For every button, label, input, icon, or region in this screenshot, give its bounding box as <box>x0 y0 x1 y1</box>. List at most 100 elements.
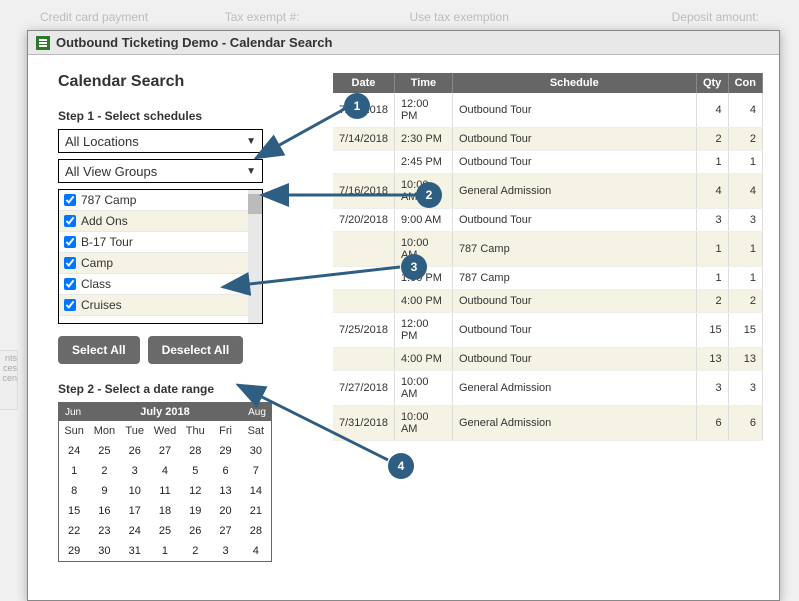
page-heading: Calendar Search <box>58 73 273 91</box>
cal-day[interactable]: 24 <box>59 441 89 461</box>
cal-day[interactable]: 5 <box>180 461 210 481</box>
list-item-checkbox[interactable] <box>64 257 76 269</box>
chevron-down-icon: ▼ <box>246 136 256 147</box>
list-item[interactable]: Class <box>59 274 248 295</box>
list-item[interactable]: Add Ons <box>59 211 248 232</box>
col-schedule: Schedule <box>452 73 696 93</box>
cal-day[interactable]: 17 <box>120 501 150 521</box>
list-item[interactable]: 787 Camp <box>59 190 248 211</box>
cal-day[interactable]: 6 <box>210 461 240 481</box>
bg-tax-exemption: Use tax exemption <box>410 10 575 24</box>
cal-day[interactable]: 1 <box>150 541 180 561</box>
calendar[interactable]: Jun July 2018 Aug SunMonTueWedThuFriSat … <box>58 402 272 562</box>
cal-current-month: July 2018 <box>87 406 243 418</box>
cal-day[interactable]: 2 <box>180 541 210 561</box>
cal-day[interactable]: 26 <box>180 521 210 541</box>
cal-day[interactable]: 7 <box>241 461 271 481</box>
cal-day[interactable]: 30 <box>89 541 119 561</box>
chevron-down-icon: ▼ <box>246 166 256 177</box>
col-date: Date <box>333 73 394 93</box>
cal-day[interactable]: 11 <box>150 481 180 501</box>
table-row[interactable]: 4:00 PMOutbound Tour22 <box>333 290 763 313</box>
window-title: Outbound Ticketing Demo - Calendar Searc… <box>56 35 332 50</box>
cal-day[interactable]: 1 <box>59 461 89 481</box>
cal-day[interactable]: 25 <box>89 441 119 461</box>
cal-day[interactable]: 29 <box>59 541 89 561</box>
cal-day[interactable]: 8 <box>59 481 89 501</box>
cal-prev-month[interactable]: Jun <box>59 407 87 418</box>
cal-day[interactable]: 25 <box>150 521 180 541</box>
list-item[interactable]: Camp <box>59 253 248 274</box>
list-item-label: Add Ons <box>81 214 128 228</box>
scrollbar-thumb[interactable] <box>248 194 262 214</box>
cal-day[interactable]: 19 <box>180 501 210 521</box>
cal-day[interactable]: 28 <box>241 521 271 541</box>
cal-day[interactable]: 4 <box>150 461 180 481</box>
view-groups-dropdown-value: All View Groups <box>65 164 157 179</box>
list-item-checkbox[interactable] <box>64 278 76 290</box>
table-row[interactable]: 7/20/20189:00 AMOutbound Tour33 <box>333 209 763 232</box>
table-row[interactable]: 10:00 AM787 Camp11 <box>333 232 763 267</box>
cal-day[interactable]: 3 <box>210 541 240 561</box>
cal-day[interactable]: 2 <box>89 461 119 481</box>
list-item-label: Camp <box>81 256 113 270</box>
select-all-button[interactable]: Select All <box>58 336 140 364</box>
cal-day[interactable]: 24 <box>120 521 150 541</box>
cal-day[interactable]: 15 <box>59 501 89 521</box>
table-row[interactable]: 7/16/201810:00 AMGeneral Admission44 <box>333 174 763 209</box>
cal-day[interactable]: 20 <box>210 501 240 521</box>
cal-day[interactable]: 10 <box>120 481 150 501</box>
cal-day[interactable]: 27 <box>150 441 180 461</box>
annotation-marker-4: 4 <box>388 453 414 479</box>
cal-day[interactable]: 23 <box>89 521 119 541</box>
cal-day[interactable]: 28 <box>180 441 210 461</box>
cal-day[interactable]: 13 <box>210 481 240 501</box>
cal-day[interactable]: 29 <box>210 441 240 461</box>
list-item-label: Cruises <box>81 298 122 312</box>
table-row[interactable]: 7/31/201810:00 AMGeneral Admission66 <box>333 406 763 441</box>
title-bar: Outbound Ticketing Demo - Calendar Searc… <box>28 31 779 55</box>
cal-day[interactable]: 14 <box>241 481 271 501</box>
results-table: Date Time Schedule Qty Con 7/12/201812:0… <box>333 73 763 441</box>
cal-day-headers: SunMonTueWedThuFriSat <box>59 421 271 441</box>
cal-day[interactable]: 21 <box>241 501 271 521</box>
cal-day[interactable]: 27 <box>210 521 240 541</box>
col-con: Con <box>728 73 762 93</box>
list-item[interactable]: Cruises <box>59 295 248 316</box>
table-row[interactable]: 7/14/20182:30 PMOutbound Tour22 <box>333 128 763 151</box>
cal-day[interactable]: 31 <box>120 541 150 561</box>
cal-next-month[interactable]: Aug <box>243 407 271 418</box>
scrollbar[interactable] <box>248 190 262 323</box>
table-row[interactable]: 1:00 PM787 Camp11 <box>333 267 763 290</box>
table-row[interactable]: 7/27/201810:00 AMGeneral Admission33 <box>333 371 763 406</box>
cal-day[interactable]: 12 <box>180 481 210 501</box>
list-item-checkbox[interactable] <box>64 215 76 227</box>
locations-dropdown-value: All Locations <box>65 134 139 149</box>
cal-day[interactable]: 18 <box>150 501 180 521</box>
cal-day[interactable]: 4 <box>241 541 271 561</box>
calendar-search-window: Outbound Ticketing Demo - Calendar Searc… <box>27 30 780 601</box>
list-item[interactable]: B-17 Tour <box>59 232 248 253</box>
background-faded-form: Credit card payment Tax exempt #: Use ta… <box>0 10 799 24</box>
app-icon <box>36 36 50 50</box>
table-row[interactable]: 7/25/201812:00 PMOutbound Tour1515 <box>333 313 763 348</box>
list-item-label: 787 Camp <box>81 193 136 207</box>
cal-day[interactable]: 30 <box>241 441 271 461</box>
cal-day[interactable]: 9 <box>89 481 119 501</box>
left-panel: Calendar Search Step 1 - Select schedule… <box>58 73 273 598</box>
cal-day[interactable]: 3 <box>120 461 150 481</box>
table-row[interactable]: 4:00 PMOutbound Tour1313 <box>333 348 763 371</box>
table-row[interactable]: 7/12/201812:00 PMOutbound Tour44 <box>333 93 763 128</box>
list-item-checkbox[interactable] <box>64 194 76 206</box>
bg-deposit: Deposit amount: <box>594 10 759 24</box>
cal-day[interactable]: 16 <box>89 501 119 521</box>
table-row[interactable]: 2:45 PMOutbound Tour11 <box>333 151 763 174</box>
deselect-all-button[interactable]: Deselect All <box>148 336 244 364</box>
view-groups-dropdown[interactable]: All View Groups ▼ <box>58 159 263 183</box>
list-item-checkbox[interactable] <box>64 236 76 248</box>
cal-day[interactable]: 22 <box>59 521 89 541</box>
cal-day[interactable]: 26 <box>120 441 150 461</box>
locations-dropdown[interactable]: All Locations ▼ <box>58 129 263 153</box>
annotation-marker-3: 3 <box>401 254 427 280</box>
list-item-checkbox[interactable] <box>64 299 76 311</box>
